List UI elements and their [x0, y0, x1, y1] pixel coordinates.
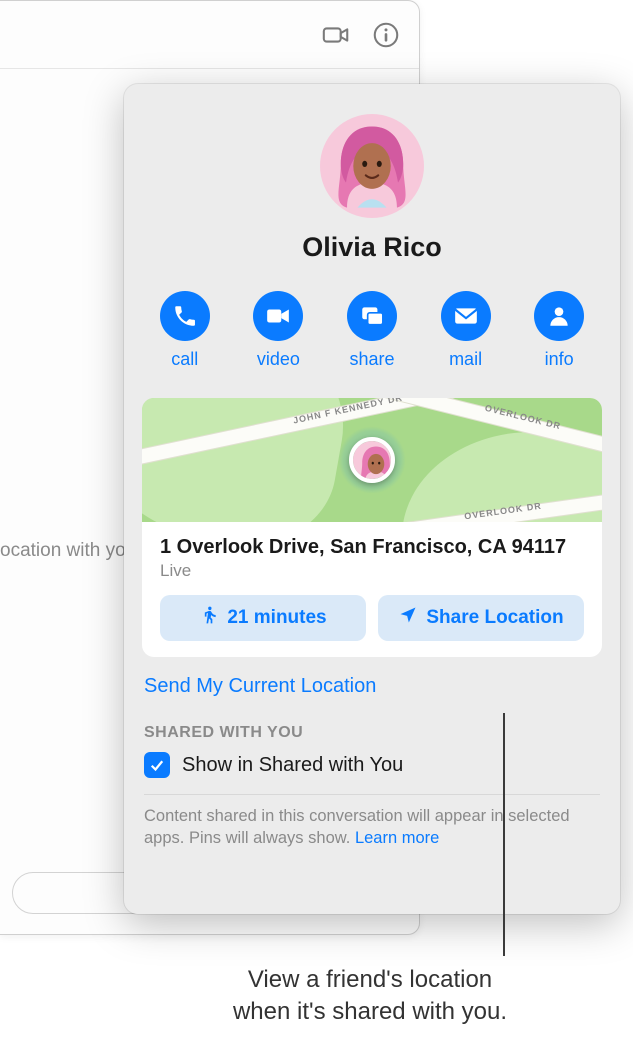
callout-caption: View a friend's location when it's share… — [0, 964, 620, 1029]
call-button[interactable]: call — [160, 291, 210, 370]
contact-name: Olivia Rico — [124, 232, 620, 263]
contact-actions: call video share mail info — [124, 291, 620, 370]
location-card: John F Kennedy Dr Overlook Dr Overlook D… — [142, 398, 602, 657]
shared-with-you-heading: Shared with You — [124, 708, 620, 752]
show-in-shared-label: Show in Shared with You — [182, 754, 403, 777]
call-label: call — [171, 349, 198, 370]
info-label: info — [545, 349, 574, 370]
details-popover: Olivia Rico call video share mail — [124, 84, 620, 914]
shared-footnote: Content shared in this conversation will… — [124, 805, 620, 850]
share-button[interactable]: share — [347, 291, 397, 370]
toolbar — [0, 1, 419, 69]
info-button[interactable]: info — [534, 291, 584, 370]
location-arrow-icon — [398, 605, 418, 631]
walk-icon — [199, 605, 219, 631]
facetime-video-icon[interactable] — [321, 20, 351, 50]
share-location-label: Share Location — [426, 607, 563, 629]
mail-label: mail — [449, 349, 482, 370]
share-label: share — [349, 349, 394, 370]
show-in-shared-row: Show in Shared with You — [124, 752, 620, 792]
show-in-shared-checkbox[interactable] — [144, 752, 170, 778]
share-location-button[interactable]: Share Location — [378, 595, 584, 641]
video-icon — [253, 291, 303, 341]
callout-leader-line — [503, 713, 505, 956]
location-address: 1 Overlook Drive, San Francisco, CA 9411… — [160, 536, 584, 559]
info-icon[interactable] — [371, 20, 401, 50]
mail-icon — [441, 291, 491, 341]
walk-time-label: 21 minutes — [227, 607, 326, 629]
person-icon — [534, 291, 584, 341]
video-label: video — [257, 349, 300, 370]
contact-avatar — [320, 114, 424, 218]
divider — [144, 794, 600, 795]
send-current-location-link[interactable]: Send My Current Location — [124, 657, 620, 708]
location-status: Live — [160, 561, 584, 581]
contact-location-pin — [349, 437, 395, 483]
phone-icon — [160, 291, 210, 341]
location-map[interactable]: John F Kennedy Dr Overlook Dr Overlook D… — [142, 398, 602, 522]
share-screen-icon — [347, 291, 397, 341]
mail-button[interactable]: mail — [441, 291, 491, 370]
video-button[interactable]: video — [253, 291, 303, 370]
walk-directions-button[interactable]: 21 minutes — [160, 595, 366, 641]
learn-more-link[interactable]: Learn more — [355, 829, 439, 847]
